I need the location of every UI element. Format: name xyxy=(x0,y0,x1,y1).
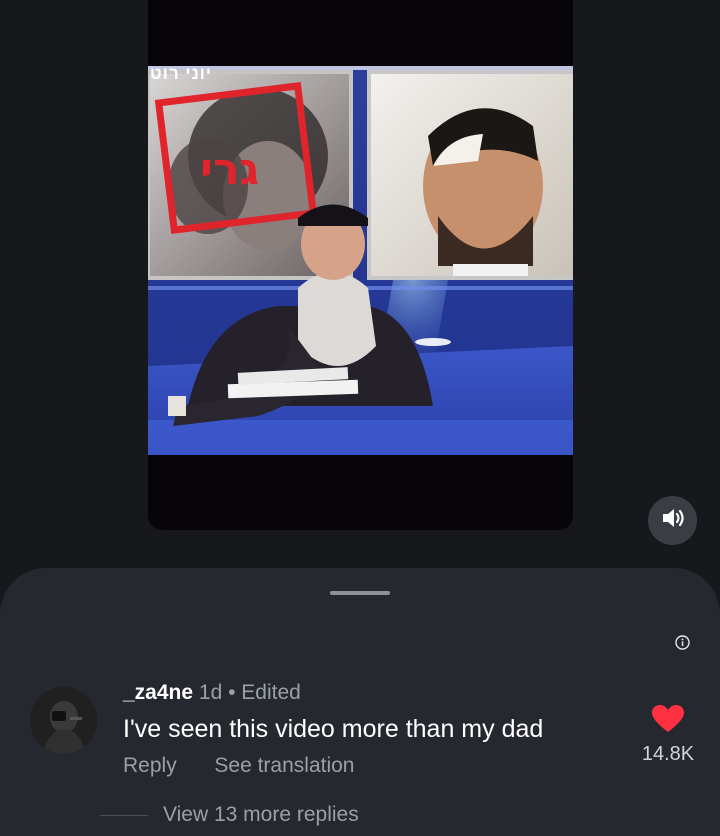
replies-divider xyxy=(100,815,148,816)
screen: גרי יוני רוט _za4ne 1d • Edited I've see… xyxy=(0,0,720,836)
view-more-replies-button[interactable]: View 13 more replies xyxy=(163,803,359,827)
comment-header: _za4ne 1d • Edited xyxy=(123,681,301,705)
video-frame: גרי xyxy=(148,66,573,455)
comment-actions: Reply See translation xyxy=(123,754,354,778)
heart-icon[interactable] xyxy=(652,705,684,733)
comment-edited-label: Edited xyxy=(241,681,301,704)
volume-button[interactable] xyxy=(648,496,697,545)
video-player[interactable]: גרי יוני רוט xyxy=(148,0,573,530)
info-icon[interactable] xyxy=(675,635,690,650)
stamp-text: גרי xyxy=(200,144,259,195)
see-translation-button[interactable]: See translation xyxy=(214,754,354,777)
comments-sheet: _za4ne 1d • Edited I've seen this video … xyxy=(0,568,720,836)
comment-separator: • xyxy=(228,681,236,704)
avatar[interactable] xyxy=(30,687,97,754)
drag-handle[interactable] xyxy=(330,591,390,595)
avatar-image xyxy=(30,687,97,754)
video-overlay-text: יוני רוט xyxy=(150,64,213,83)
speaker-volume-icon xyxy=(661,507,685,534)
reply-button[interactable]: Reply xyxy=(123,754,177,777)
comment-username[interactable]: _za4ne xyxy=(123,681,193,704)
comment-age: 1d xyxy=(198,681,223,704)
video-still: גרי xyxy=(148,66,573,455)
comment-body: I've seen this video more than my dad xyxy=(123,715,544,743)
like-count: 14.8K xyxy=(641,743,695,765)
